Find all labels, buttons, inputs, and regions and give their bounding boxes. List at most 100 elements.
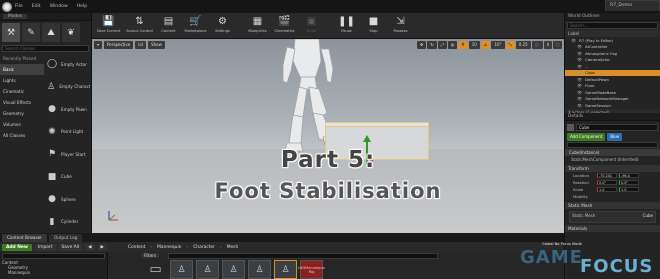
static-mesh-section[interactable]: Static Mesh [565, 202, 660, 209]
component-search-input[interactable] [567, 142, 658, 148]
component-static-mesh[interactable]: StaticMeshComponent (Inherited) [565, 156, 660, 163]
actor-name-input[interactable]: Cube [576, 123, 658, 131]
breadcrumb-mesh[interactable]: Mesh [227, 245, 239, 250]
world-local-icon[interactable]: ◍ [447, 41, 458, 49]
rotation-snap-toggle-icon[interactable]: ∠ [480, 41, 491, 49]
asset-thumbnail[interactable]: ♙ [248, 260, 271, 279]
visibility-eye-icon[interactable]: 👁 [577, 44, 582, 49]
visibility-eye-icon[interactable]: 👁 [577, 77, 582, 82]
build-button[interactable]: ▣ Build [299, 15, 324, 33]
tree-item[interactable]: Mannequin [2, 270, 105, 275]
component-root[interactable]: Cube(Instance) [565, 149, 660, 156]
blueprint-button[interactable]: Blue [607, 133, 623, 141]
menu-help[interactable]: Help [77, 4, 87, 9]
save-all-button[interactable]: Save All [58, 243, 83, 251]
foliage-mode-icon[interactable]: ❦ [62, 23, 80, 42]
camera-speed-value[interactable]: 4 [543, 41, 553, 49]
level-tab[interactable]: R7_Demo [605, 0, 660, 11]
scale-snap-toggle-icon[interactable]: ⤡ [505, 41, 515, 49]
category-cinematic[interactable]: Cinematic [0, 86, 44, 97]
content-button[interactable]: ▤ Content [156, 15, 181, 33]
transform-section[interactable]: Transform [565, 165, 660, 172]
place-item[interactable]: ◯ Empty Actor [44, 53, 92, 76]
category-volumes[interactable]: Volumes [0, 119, 44, 130]
landscape-mode-icon[interactable]: ⛰ [42, 23, 60, 42]
visibility-eye-icon[interactable]: 👁 [577, 103, 582, 108]
scale-snap-value[interactable]: 0.25 [515, 41, 531, 49]
modes-tab[interactable]: Modes [0, 13, 91, 21]
place-item[interactable]: ♙Empty Character [44, 76, 92, 99]
place-item[interactable]: ● Empty Pawn [44, 98, 92, 121]
scale-y-field[interactable]: 1.0 [619, 187, 639, 192]
translate-tool-icon[interactable]: ✥ [416, 41, 427, 49]
cinematics-button[interactable]: 🎬 Cinematics [272, 15, 297, 33]
rotate-tool-icon[interactable]: ↻ [427, 41, 437, 49]
location-x-field[interactable]: -70.201 [597, 173, 617, 178]
modes-search-input[interactable]: Search Classes [2, 45, 89, 52]
viewport-menu-button[interactable]: ▾ [94, 41, 103, 49]
menu-edit[interactable]: Edit [32, 4, 41, 9]
back-arrow-icon[interactable]: ◀ [85, 243, 95, 251]
asset-thumbnail[interactable]: ♙ [274, 260, 297, 279]
scale-tool-icon[interactable]: ⤢ [437, 41, 447, 49]
outliner-search-input[interactable]: Search... [567, 22, 658, 29]
rotation-snap-value[interactable]: 10° [491, 41, 505, 49]
category-geometry[interactable]: Geometry [0, 108, 44, 119]
asset-thumbnail-rig[interactable]: UE4Mannequin Rig [298, 260, 325, 279]
category-basic[interactable]: Basic [0, 64, 44, 75]
stop-button[interactable]: ■ Stop [361, 15, 386, 33]
menu-window[interactable]: Window [50, 4, 68, 9]
category-recently-placed[interactable]: Recently Placed [0, 53, 44, 64]
visibility-eye-icon[interactable]: 👁 [577, 90, 582, 95]
visibility-eye-icon[interactable]: 👁 [577, 51, 582, 56]
filters-button[interactable]: Filters [141, 253, 159, 258]
scale-x-field[interactable]: 1.0 [597, 187, 617, 192]
rotation-x-field[interactable]: 0.0° [597, 180, 617, 185]
visibility-eye-icon[interactable]: 👁 [577, 70, 582, 75]
location-y-field[interactable]: -96.4 [619, 173, 639, 178]
source-control-button[interactable]: ⇅ Source Control [125, 15, 154, 33]
asset-thumbnail[interactable]: ♙ [196, 260, 219, 279]
show-button[interactable]: Show [148, 41, 165, 49]
place-item[interactable]: ■ Cube [44, 166, 92, 189]
folder-search-input[interactable] [2, 253, 105, 259]
settings-button[interactable]: ⚙ Settings [210, 15, 235, 33]
outliner-label-column[interactable]: Label [565, 30, 660, 37]
possess-button[interactable]: ⇲ Possess [388, 15, 413, 33]
add-component-button[interactable]: Add Component [567, 133, 606, 141]
tab-output-log[interactable]: Output Log [48, 234, 83, 242]
static-mesh-picker[interactable]: Static Mesh Cube [569, 211, 656, 223]
folder-icon[interactable]: ▭ [144, 260, 167, 279]
place-item[interactable]: ● Sphere [44, 188, 92, 211]
place-item[interactable]: ▮ Cylinder [44, 211, 92, 234]
visibility-eye-icon[interactable]: 👁 [577, 64, 582, 69]
breadcrumb-character[interactable]: Character [193, 245, 215, 250]
grid-snap-toggle-icon[interactable]: # [458, 41, 468, 49]
visibility-eye-icon[interactable]: 👁 [577, 96, 582, 101]
blueprints-button[interactable]: ▦ Blueprints [245, 15, 270, 33]
visibility-eye-icon[interactable]: 👁 [577, 57, 582, 62]
materials-section[interactable]: Materials [565, 225, 660, 232]
pause-button[interactable]: ❚❚ Pause [334, 15, 359, 33]
outliner-title[interactable]: World Outliner [565, 13, 660, 21]
visibility-eye-icon[interactable]: 👁 [577, 83, 582, 88]
forward-arrow-icon[interactable]: ▶ [97, 243, 107, 251]
camera-speed-icon[interactable]: 🎥 [531, 41, 543, 49]
visibility-eye-icon[interactable]: 👁 [571, 38, 576, 43]
marketplace-button[interactable]: 🛒 Marketplace [183, 15, 208, 33]
details-title[interactable]: Details [565, 113, 660, 121]
place-item[interactable]: ✺ Point Light [44, 121, 92, 144]
category-lights[interactable]: Lights [0, 75, 44, 86]
level-viewport[interactable]: ▾ Perspective Lit Show ✥ ↻ ⤢ ◍ # 10 ∠ 10… [92, 39, 564, 233]
breadcrumb-mannequin[interactable]: Mannequin [157, 245, 181, 250]
perspective-button[interactable]: Perspective [104, 41, 134, 49]
asset-thumbnail[interactable]: ♙ [222, 260, 245, 279]
category-visual-effects[interactable]: Visual Effects [0, 97, 44, 108]
asset-thumbnail[interactable]: ♙ [170, 260, 193, 279]
import-button[interactable]: Import [34, 243, 56, 251]
category-all-classes[interactable]: All Classes [0, 130, 44, 141]
lit-button[interactable]: Lit [135, 41, 147, 49]
add-new-button[interactable]: Add New [2, 243, 32, 251]
grid-snap-value[interactable]: 10 [468, 41, 480, 49]
paint-mode-icon[interactable]: ✎ [22, 23, 40, 42]
